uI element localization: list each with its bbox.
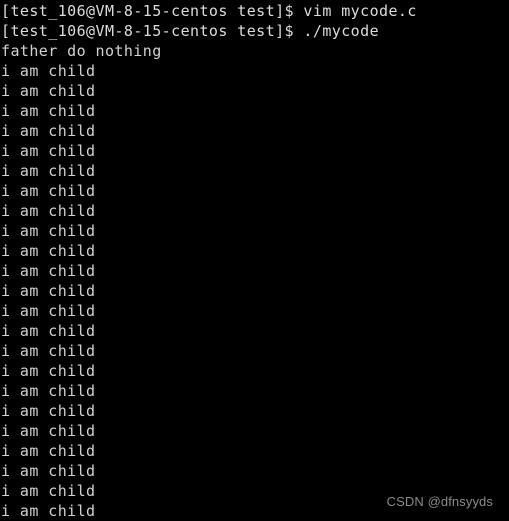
terminal-output-line: i am child [1,102,96,120]
terminal-output-line: i am child [1,342,96,360]
terminal-output-line: i am child [1,382,96,400]
terminal-prompt-line: [test_106@VM-8-15-centos test]$ ./mycode [1,22,380,40]
terminal-output-line: i am child [1,162,96,180]
terminal-output-line: i am child [1,82,96,100]
terminal-output-line: i am child [1,282,96,300]
terminal-output-line: i am child [1,302,96,320]
terminal-output-line: father do nothing [1,42,162,60]
terminal-output-line: i am child [1,122,96,140]
terminal-prompt-line: [test_106@VM-8-15-centos test]$ vim myco… [1,2,417,20]
terminal-output-line: i am child [1,62,96,80]
terminal-window[interactable]: [test_106@VM-8-15-centos test]$ vim myco… [0,0,509,521]
terminal-output-line: i am child [1,402,96,420]
terminal-output-line: i am child [1,462,96,480]
terminal-output-line: i am child [1,422,96,440]
terminal-output-line: i am child [1,362,96,380]
terminal-output-line: i am child [1,222,96,240]
terminal-output-line: i am child [1,242,96,260]
terminal-output-line: i am child [1,142,96,160]
terminal-output-line: i am child [1,322,96,340]
terminal-output-line: i am child [1,262,96,280]
terminal-output-line: i am child [1,442,96,460]
csdn-watermark: CSDN @dfnsyyds [386,494,493,509]
terminal-output-line: i am child [1,182,96,200]
terminal-output-area[interactable]: [test_106@VM-8-15-centos test]$ vim myco… [0,1,509,521]
terminal-output-line: i am child [1,202,96,220]
